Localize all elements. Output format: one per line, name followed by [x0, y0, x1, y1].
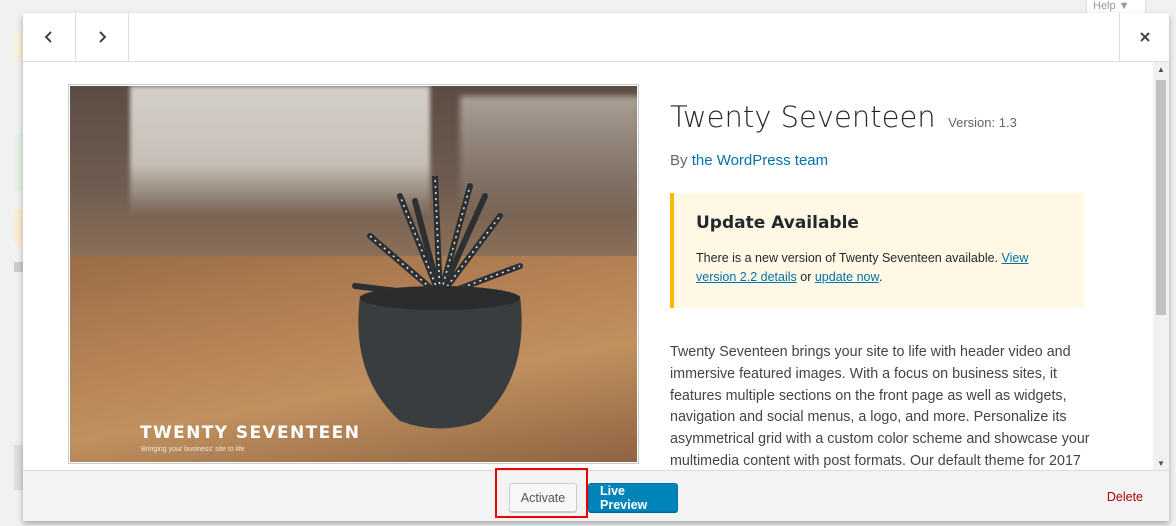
- update-now-link[interactable]: update now: [815, 270, 879, 284]
- next-theme-button[interactable]: [76, 13, 129, 61]
- theme-description: Twenty Seventeen brings your site to lif…: [670, 344, 1090, 469]
- chevron-right-icon: [99, 31, 107, 43]
- close-button[interactable]: [1119, 13, 1169, 61]
- scrollbar-thumb[interactable]: [1156, 80, 1166, 315]
- screenshot-title: TWENTY SEVENTEEN: [140, 423, 361, 443]
- notice-or: or: [800, 270, 812, 284]
- theme-version: Version: 1.3: [948, 115, 1017, 130]
- scroll-down-arrow-icon[interactable]: ▼: [1153, 456, 1169, 470]
- theme-screenshot: TWENTY SEVENTEEN Bringing your business'…: [68, 84, 639, 464]
- plant-illustration: [352, 176, 523, 429]
- content-scrollbar[interactable]: ▲ ▼: [1153, 62, 1169, 470]
- notice-text: There is a new version of Twenty Sevente…: [696, 249, 1064, 287]
- chevron-left-icon: [44, 31, 52, 43]
- activate-button[interactable]: Activate: [509, 483, 577, 512]
- theme-details-modal: TWENTY SEVENTEEN Bringing your business'…: [23, 13, 1169, 521]
- theme-title: Twenty Seventeen Version: 1.3: [670, 100, 1017, 134]
- scroll-up-arrow-icon[interactable]: ▲: [1153, 62, 1169, 76]
- theme-name: Twenty Seventeen: [670, 100, 936, 134]
- modal-header: [23, 13, 1169, 62]
- author-link[interactable]: the WordPress team: [692, 152, 828, 169]
- close-icon: [1139, 32, 1150, 42]
- screenshot-tagline: Bringing your business' site to life: [141, 446, 245, 453]
- live-preview-button[interactable]: Live Preview: [588, 483, 678, 512]
- theme-author: By the WordPress team: [670, 152, 828, 169]
- notice-title: Update Available: [696, 213, 859, 233]
- previous-theme-button[interactable]: [23, 13, 76, 61]
- delete-theme-link[interactable]: Delete: [1107, 490, 1143, 504]
- theme-screenshot-image: TWENTY SEVENTEEN Bringing your business'…: [70, 86, 637, 462]
- author-prefix: By: [670, 152, 688, 169]
- modal-footer: Activate Live Preview Delete: [23, 468, 1169, 521]
- notice-text-before: There is a new version of Twenty Sevente…: [696, 251, 999, 265]
- theme-details-content: TWENTY SEVENTEEN Bringing your business'…: [23, 62, 1153, 470]
- notice-end: .: [878, 270, 883, 284]
- help-tab: Help ▼: [1086, 0, 1146, 14]
- update-notice: Update Available There is a new version …: [670, 193, 1084, 308]
